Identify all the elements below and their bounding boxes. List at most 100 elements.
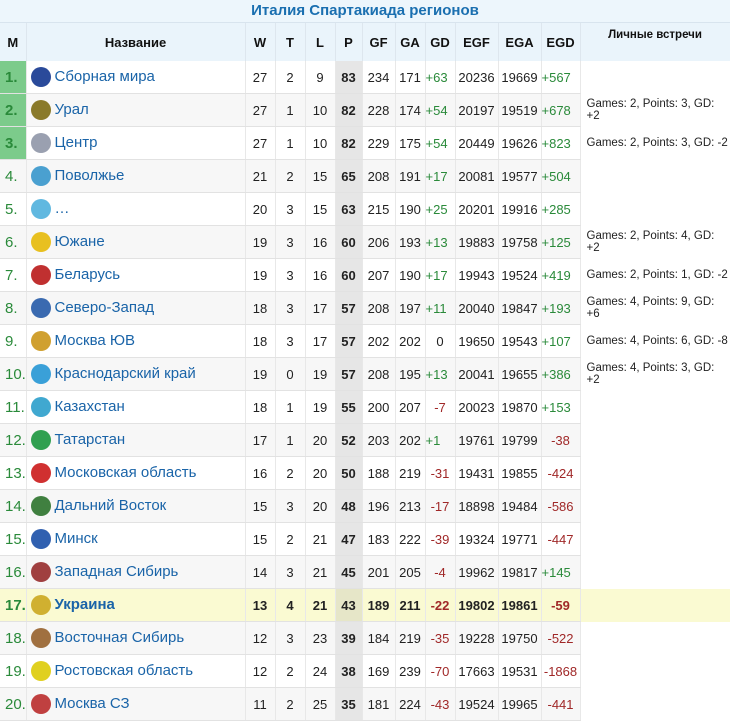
team-link[interactable]: Центр <box>55 134 98 151</box>
col-pos-header[interactable]: М <box>0 23 27 61</box>
goal-diff-cell: +54 <box>425 126 456 160</box>
goals-against-cell: 219 <box>395 621 426 655</box>
wins-cell: 20 <box>245 192 276 226</box>
egd-cell: +678 <box>541 93 581 127</box>
points-cell: 47 <box>335 522 363 556</box>
points-cell: 43 <box>335 588 363 622</box>
ties-cell: 3 <box>275 225 306 259</box>
goal-diff-cell: +54 <box>425 93 456 127</box>
goals-against-cell: 202 <box>395 423 426 457</box>
egd-cell: -38 <box>541 423 581 457</box>
team-name-cell: Северо-Запад <box>26 291 246 325</box>
team-link[interactable]: Дальний Восток <box>55 497 167 514</box>
egf-cell: 20236 <box>455 61 499 94</box>
egf-cell: 19650 <box>455 324 499 358</box>
team-name-cell: Центр <box>26 126 246 160</box>
col-l-header[interactable]: L <box>305 23 336 61</box>
team-link[interactable]: Поволжье <box>55 167 125 184</box>
wins-cell: 19 <box>245 225 276 259</box>
team-logo-icon <box>30 529 51 549</box>
team-link[interactable]: Татарстан <box>55 431 126 448</box>
points-cell: 52 <box>335 423 363 457</box>
position-cell: 19. <box>0 654 27 688</box>
col-t-header[interactable]: T <box>275 23 306 61</box>
col-gd-header[interactable]: GD <box>425 23 456 61</box>
goal-diff-cell: -17 <box>425 489 456 523</box>
position-cell: 20. <box>0 687 27 721</box>
team-link[interactable]: Западная Сибирь <box>55 563 179 580</box>
points-cell: 57 <box>335 357 363 391</box>
wins-cell: 13 <box>245 588 276 622</box>
egd-cell: -1868 <box>541 654 581 688</box>
egd-cell: -522 <box>541 621 581 655</box>
points-cell: 65 <box>335 159 363 193</box>
col-h2h-header[interactable]: Личные встречи <box>580 23 730 61</box>
col-egd-header[interactable]: EGD <box>541 23 581 61</box>
table-row: 20. Москва СЗ 11 2 25 35 181 224 -43 19524 19965 -4… <box>0 687 730 721</box>
wins-cell: 27 <box>245 61 276 94</box>
goals-against-cell: 205 <box>395 555 426 589</box>
egf-cell: 19524 <box>455 687 499 721</box>
team-link[interactable]: Восточная Сибирь <box>55 629 185 646</box>
goals-for-cell: 203 <box>362 423 396 457</box>
team-logo-icon <box>30 67 51 87</box>
head-to-head-cell <box>580 522 730 556</box>
goal-diff-cell: +1 <box>425 423 456 457</box>
ega-cell: 19916 <box>498 192 542 226</box>
position-cell: 12. <box>0 423 27 457</box>
table-row: 1. Сборная мира 27 2 9 83 234 171 +63 20236 19669 +… <box>0 61 730 94</box>
position-cell: 14. <box>0 489 27 523</box>
team-link[interactable]: Московская область <box>55 464 197 481</box>
team-link[interactable]: Южане <box>55 233 105 250</box>
col-w-header[interactable]: W <box>245 23 276 61</box>
points-cell: 63 <box>335 192 363 226</box>
position-cell: 13. <box>0 456 27 490</box>
team-link[interactable]: Сборная мира <box>55 68 155 85</box>
team-link[interactable]: Москва СЗ <box>55 695 130 712</box>
egf-cell: 17663 <box>455 654 499 688</box>
head-to-head-cell <box>580 159 730 193</box>
goals-against-cell: 202 <box>395 324 426 358</box>
goals-against-cell: 195 <box>395 357 426 391</box>
position-cell: 17. <box>0 588 27 622</box>
points-cell: 50 <box>335 456 363 490</box>
team-link[interactable]: Украина <box>55 596 115 613</box>
ties-cell: 3 <box>275 324 306 358</box>
ega-cell: 19861 <box>498 588 542 622</box>
col-ega-header[interactable]: EGA <box>498 23 542 61</box>
team-link[interactable]: Минск <box>55 530 98 547</box>
wins-cell: 14 <box>245 555 276 589</box>
table-row: 5. … 20 3 15 63 215 190 +25 20201 19916 +285 <box>0 192 730 226</box>
losses-cell: 23 <box>305 621 336 655</box>
position-cell: 18. <box>0 621 27 655</box>
wins-cell: 19 <box>245 357 276 391</box>
col-gf-header[interactable]: GF <box>362 23 396 61</box>
team-link[interactable]: Ростовская область <box>55 662 194 679</box>
position-cell: 3. <box>0 126 27 160</box>
col-name-header[interactable]: Название <box>26 23 246 61</box>
goal-diff-cell: -43 <box>425 687 456 721</box>
col-p-header[interactable]: P <box>335 23 363 61</box>
head-to-head-cell: Games: 2, Points: 3, GD: +2 <box>580 93 730 127</box>
team-logo-icon <box>30 199 51 219</box>
team-link[interactable]: Урал <box>55 101 89 118</box>
team-link[interactable]: Казахстан <box>55 398 125 415</box>
egf-cell: 19943 <box>455 258 499 292</box>
goal-diff-cell: -35 <box>425 621 456 655</box>
goals-for-cell: 234 <box>362 61 396 94</box>
team-link[interactable]: Краснодарский край <box>55 365 196 382</box>
position-cell: 15. <box>0 522 27 556</box>
goals-against-cell: 207 <box>395 390 426 424</box>
team-link[interactable]: Москва ЮВ <box>55 332 136 349</box>
col-ga-header[interactable]: GA <box>395 23 426 61</box>
egd-cell: -586 <box>541 489 581 523</box>
head-to-head-cell <box>580 489 730 523</box>
goals-against-cell: 174 <box>395 93 426 127</box>
points-cell: 48 <box>335 489 363 523</box>
head-to-head-cell <box>580 390 730 424</box>
team-link[interactable]: Северо-Запад <box>55 299 155 316</box>
team-link[interactable]: … <box>55 200 70 217</box>
losses-cell: 20 <box>305 423 336 457</box>
col-egf-header[interactable]: EGF <box>455 23 499 61</box>
team-link[interactable]: Беларусь <box>55 266 121 283</box>
